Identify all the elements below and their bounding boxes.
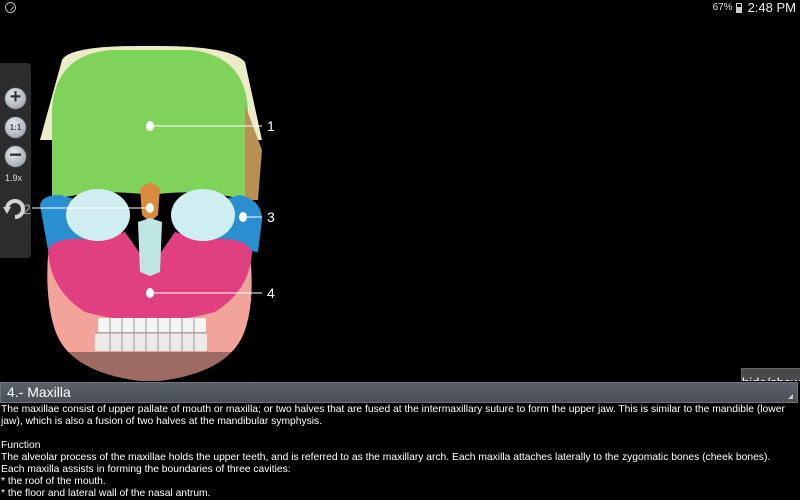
status-bar: 67% 2:48 PM	[0, 0, 800, 16]
lower-teeth	[95, 333, 207, 351]
nasal-bone[interactable]	[140, 182, 160, 222]
cavities-intro: Each maxilla assists in forming the boun…	[1, 464, 291, 475]
function-paragraph: The alveolar process of the maxillae hol…	[1, 452, 771, 463]
section-title-bar[interactable]: 4.- Maxilla	[0, 382, 798, 403]
label-4[interactable]: 4	[267, 285, 275, 301]
battery-icon	[735, 3, 742, 13]
label-1[interactable]: 1	[267, 118, 275, 134]
zoom-panel: + 1:1 − 1.9x	[0, 63, 31, 258]
status-right-group: 67% 2:48 PM	[713, 0, 796, 16]
app-status-icon	[5, 2, 16, 13]
label-3[interactable]: 3	[267, 209, 275, 225]
marker-2-dot[interactable]	[146, 203, 154, 213]
section-title: 4.- Maxilla	[7, 384, 71, 400]
zoom-out-button[interactable]: −	[4, 144, 27, 168]
hide-show-button[interactable]: hide/show	[741, 368, 800, 381]
marker-4-dot[interactable]	[146, 288, 154, 298]
left-orbit	[66, 189, 130, 241]
zoom-in-button[interactable]: +	[4, 87, 27, 110]
intro-paragraph: The maxillae consist of upper pallate of…	[1, 404, 785, 427]
nasal-cavity	[138, 218, 162, 276]
right-orbit	[171, 189, 235, 241]
cavity-item: * the floor and lateral wall of the nasa…	[1, 488, 211, 499]
function-heading: Function	[1, 440, 41, 451]
rotate-reset-icon[interactable]	[2, 195, 28, 221]
zoom-reset-1to1-button[interactable]: 1:1	[4, 116, 27, 139]
skull-viewer[interactable]: 1 2 3 4 + 1:1 − 1.9x hide/show	[0, 16, 800, 381]
viewer-bottom-fade	[0, 352, 260, 381]
skull-model[interactable]: 1 2 3 4	[0, 16, 800, 381]
marker-3-dot[interactable]	[239, 212, 247, 222]
battery-percent: 67%	[712, 2, 733, 13]
status-clock: 2:48 PM	[747, 0, 796, 15]
upper-teeth	[98, 318, 206, 332]
dropdown-arrow-icon	[788, 394, 793, 399]
marker-1-dot[interactable]	[146, 121, 154, 131]
zoom-level-text: 1.9x	[5, 173, 23, 183]
cavity-item: * the roof of the mouth.	[1, 476, 106, 487]
description-panel: The maxillae consist of upper pallate of…	[1, 404, 799, 500]
